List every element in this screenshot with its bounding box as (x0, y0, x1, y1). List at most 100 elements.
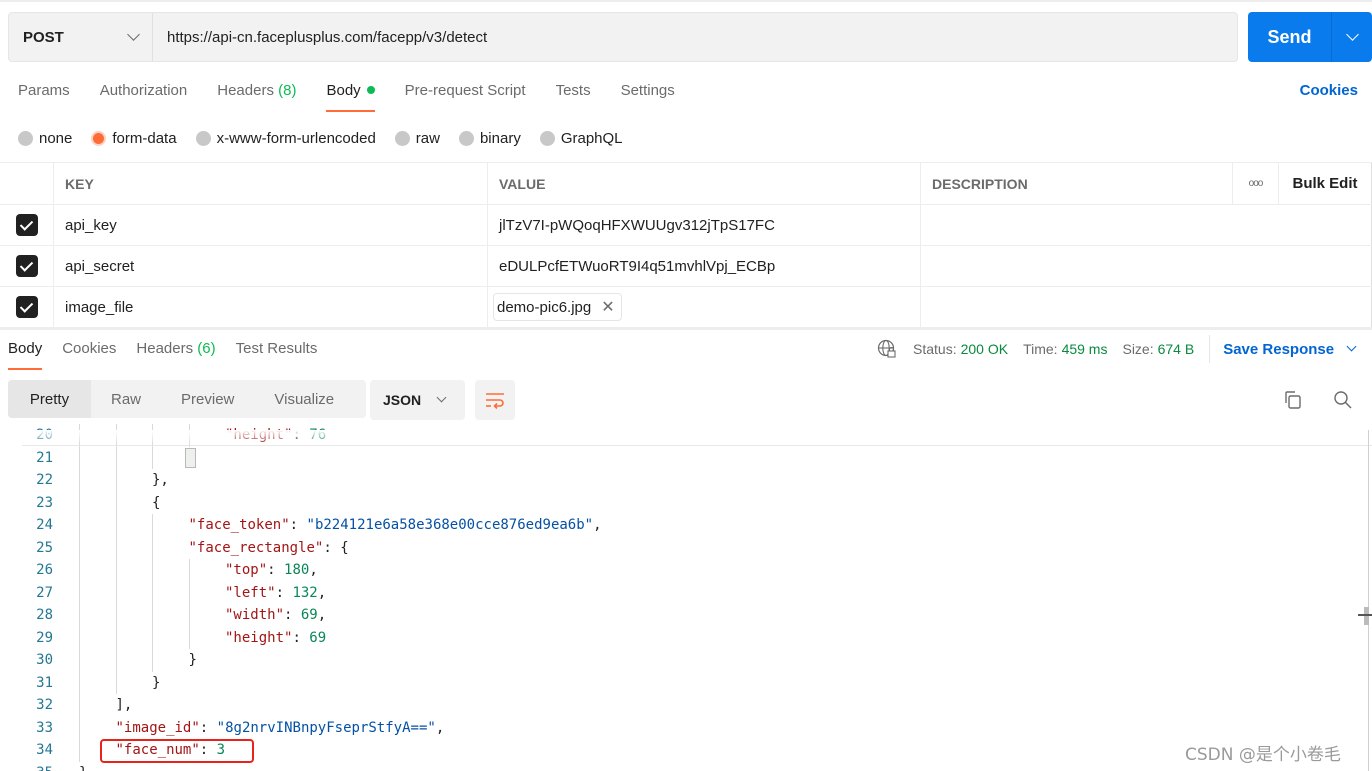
row-check-cell (0, 205, 54, 245)
radio-x-www-form-urlencoded[interactable]: x-www-form-urlencoded (195, 129, 376, 147)
radio-label: none (39, 129, 73, 147)
radio-form-data[interactable]: form-data (91, 129, 177, 147)
code-text: "face_rectangle": { (189, 540, 349, 556)
key-cell[interactable]: api_key (54, 205, 488, 245)
table-row: api_key jlTzV7I-pWQoqHFXWUUgv312jTpS17FC (0, 205, 1372, 246)
description-cell[interactable] (921, 246, 1372, 286)
editor-sticky-shadow (22, 430, 1372, 446)
format-label: JSON (383, 392, 422, 408)
status-value[interactable]: 200 OK (961, 341, 1008, 357)
tab-body[interactable]: Body (326, 80, 375, 112)
line-number: 23 (36, 494, 53, 511)
row-checkbox[interactable] (15, 214, 38, 236)
tab-label: Pre-request Script (404, 82, 526, 99)
indent-guide (79, 491, 80, 514)
chevron-down-icon (436, 392, 447, 403)
tab-headers[interactable]: Headers (8) (217, 80, 296, 112)
value-cell[interactable]: eDULPcfETWuoRT9I4q51mvhlVpj_ECBp (488, 246, 921, 286)
radio-raw[interactable]: raw (394, 129, 440, 147)
format-select[interactable]: JSON (370, 380, 465, 420)
view-mode-raw[interactable]: Raw (91, 380, 161, 418)
url-input[interactable]: https://api-cn.faceplusplus.com/facepp/v… (153, 29, 487, 46)
view-mode-preview[interactable]: Preview (161, 380, 254, 418)
response-tab-body[interactable]: Body (8, 338, 43, 370)
radio-label: form-data (112, 129, 177, 147)
size-value[interactable]: 674 B (1158, 341, 1195, 357)
code-line: 30} (0, 649, 1372, 672)
key-cell[interactable]: api_secret (54, 246, 488, 286)
tab-params[interactable]: Params (18, 80, 70, 112)
code-token: : (199, 719, 217, 736)
code-line: 23 { (0, 491, 1372, 514)
pane-resize-handle[interactable] (0, 327, 1372, 330)
wrap-lines-button[interactable] (475, 380, 515, 420)
code-line: 31} (0, 671, 1372, 694)
send-button[interactable]: Send (1248, 12, 1332, 62)
indent-guide (115, 671, 117, 694)
view-mode-visualize[interactable]: Visualize (254, 380, 354, 418)
description-cell[interactable] (921, 205, 1372, 245)
radio-graphql[interactable]: GraphQL (539, 130, 623, 147)
size-label: Size: (1122, 341, 1154, 357)
send-dropdown-button[interactable] (1332, 12, 1372, 62)
radio-none[interactable]: none (18, 130, 72, 147)
tab-settings[interactable]: Settings (621, 80, 675, 112)
response-tab-headers[interactable]: Headers (6) (136, 338, 215, 370)
indent-guide (115, 491, 117, 514)
code-text: } (189, 652, 197, 668)
line-number: 29 (36, 629, 53, 646)
tab-tests[interactable]: Tests (556, 80, 591, 112)
bulk-edit-button[interactable]: Bulk Edit (1279, 163, 1372, 204)
tab-authorization[interactable]: Authorization (100, 80, 188, 112)
indent-guide (152, 559, 153, 582)
more-options-icon[interactable]: ooo (1233, 163, 1279, 204)
response-body-editor[interactable]: 20"height": 7621}22},23{24"face_token": … (0, 424, 1372, 771)
code-line: 27 "left": 132, (0, 581, 1372, 604)
indent-guide (115, 581, 117, 604)
view-mode-pretty[interactable]: Pretty (8, 380, 91, 418)
row-checkbox[interactable] (15, 296, 38, 318)
response-tab-test-results[interactable]: Test Results (236, 338, 318, 370)
indent-guide (152, 581, 153, 604)
indent-guide (188, 581, 190, 604)
response-tab-cookies[interactable]: Cookies (62, 338, 116, 370)
tab-label: Body (326, 82, 361, 99)
line-number: 26 (36, 562, 53, 579)
code-text: "top": 180, (225, 562, 318, 578)
chevron-down-icon (1345, 28, 1359, 41)
code-text: "image_id": "8g2nrvINBnpyFseprStfyA==", (116, 720, 445, 736)
radio-label: x-www-form-urlencoded (216, 129, 376, 147)
code-text: } (79, 765, 87, 771)
cookies-link[interactable]: Cookies (1300, 82, 1358, 99)
radio-label: raw (415, 129, 440, 147)
watermark: CSDN @是个小卷毛 (1185, 745, 1341, 765)
key-cell[interactable]: image_file (54, 287, 488, 327)
copy-icon[interactable] (1283, 390, 1303, 410)
code-text: }, (152, 472, 169, 488)
code-line: 32], (0, 694, 1372, 717)
form-data-table: KEY VALUE DESCRIPTION ooo Bulk Edit api_… (0, 162, 1372, 328)
value-cell[interactable]: jlTzV7I-pWQoqHFXWUUgv312jTpS17FC (488, 205, 921, 245)
code-token: "left" (225, 584, 276, 601)
save-response-button[interactable]: Save Response (1223, 341, 1357, 358)
search-icon[interactable] (1333, 390, 1353, 410)
code-token: } (79, 765, 87, 771)
send-button-group: Send (1248, 12, 1372, 62)
line-number: 24 (36, 517, 53, 534)
globe-lock-icon[interactable] (877, 339, 897, 359)
time-value[interactable]: 459 ms (1062, 341, 1108, 357)
remove-file-icon[interactable]: ✕ (601, 297, 614, 317)
code-token: 180 (284, 562, 310, 579)
radio-binary[interactable]: binary (458, 130, 521, 147)
method-select[interactable]: POST (9, 13, 153, 61)
code-token: : { (323, 539, 349, 556)
annotation-highlight-box (100, 739, 254, 763)
editor-scrollbar[interactable] (1368, 430, 1369, 771)
code-token: "8g2nrvINBnpyFseprStfyA==" (216, 719, 436, 736)
tab-pre-request-script[interactable]: Pre-request Script (405, 80, 526, 112)
row-checkbox[interactable] (15, 255, 38, 277)
description-cell[interactable] (921, 287, 1372, 327)
indent-guide (79, 716, 80, 739)
indent-guide (188, 626, 190, 649)
scrollbar-thumb[interactable] (1364, 607, 1369, 625)
